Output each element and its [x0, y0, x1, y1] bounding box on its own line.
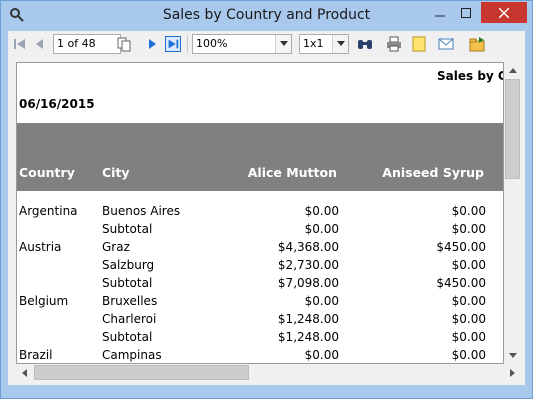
- scroll-left-icon[interactable]: [16, 364, 33, 381]
- table-row: Belgium Bruxelles $0.00 $0.00: [17, 294, 503, 312]
- cell-city: Buenos Aires: [102, 204, 181, 218]
- cell-city: Graz: [102, 240, 130, 254]
- cell-alice-mutton: $0.00: [304, 294, 339, 308]
- table-row: Subtotal $7,098.00 $450.00: [17, 276, 503, 294]
- cell-alice-mutton: $4,368.00: [277, 240, 339, 254]
- first-page-icon[interactable]: [12, 36, 28, 52]
- previous-page-icon[interactable]: [32, 36, 48, 52]
- find-icon[interactable]: [357, 36, 373, 52]
- report-date: 06/16/2015: [19, 97, 95, 111]
- table-row: Subtotal $0.00 $0.00: [17, 222, 503, 240]
- title-bar[interactable]: Sales by Country and Product: [1, 1, 532, 31]
- column-header-city: City: [102, 165, 130, 180]
- table-row: Brazil Campinas $0.00 $0.00: [17, 348, 503, 363]
- zoom-value: 100%: [196, 37, 228, 50]
- minimize-button[interactable]: [427, 2, 453, 23]
- scroll-up-icon[interactable]: [504, 62, 521, 79]
- report-page: Sales by C 06/16/2015 Country City Alice…: [16, 62, 504, 364]
- report-title: Sales by C: [437, 69, 504, 83]
- cell-alice-mutton: $0.00: [304, 348, 339, 362]
- cell-aniseed-syrup: $0.00: [451, 294, 486, 308]
- page-number-input[interactable]: 1 of 48: [53, 34, 121, 54]
- last-page-icon[interactable]: [165, 36, 181, 52]
- print-icon[interactable]: [386, 36, 402, 52]
- cell-country: Argentina: [19, 204, 78, 218]
- scroll-down-icon[interactable]: [504, 347, 521, 364]
- column-header-band: [17, 123, 503, 191]
- cell-aniseed-syrup: $450.00: [436, 276, 486, 290]
- cell-alice-mutton: $1,248.00: [277, 312, 339, 326]
- minimize-icon: [435, 15, 445, 16]
- table-row: Charleroi $1,248.00 $0.00: [17, 312, 503, 330]
- cell-aniseed-syrup: $0.00: [451, 348, 486, 362]
- cell-alice-mutton: $7,098.00: [277, 276, 339, 290]
- next-page-icon[interactable]: [144, 36, 160, 52]
- page-setup-icon[interactable]: [411, 36, 427, 52]
- maximize-icon: [461, 7, 471, 18]
- cell-alice-mutton: $0.00: [304, 222, 339, 236]
- copy-icon[interactable]: [116, 36, 132, 52]
- cell-alice-mutton: $0.00: [304, 204, 339, 218]
- table-row: Subtotal $1,248.00 $0.00: [17, 330, 503, 348]
- layout-select[interactable]: 1x1: [299, 34, 349, 54]
- table-row: Argentina Buenos Aires $0.00 $0.00: [17, 204, 503, 222]
- cell-aniseed-syrup: $0.00: [451, 312, 486, 326]
- cell-aniseed-syrup: $0.00: [451, 258, 486, 272]
- export-icon[interactable]: [469, 36, 485, 52]
- cell-aniseed-syrup: $0.00: [451, 222, 486, 236]
- cell-country: Brazil: [19, 348, 53, 362]
- cell-alice-mutton: $2,730.00: [277, 258, 339, 272]
- cell-aniseed-syrup: $450.00: [436, 240, 486, 254]
- zoom-select[interactable]: 100%: [192, 34, 292, 54]
- table-row: Salzburg $2,730.00 $0.00: [17, 258, 503, 276]
- vertical-scroll-thumb[interactable]: [505, 79, 520, 179]
- table-row: Austria Graz $4,368.00 $450.00: [17, 240, 503, 258]
- report-viewport: Sales by C 06/16/2015 Country City Alice…: [8, 58, 525, 385]
- vertical-scrollbar[interactable]: [504, 62, 521, 364]
- cell-city: Subtotal: [102, 330, 153, 344]
- toolbar-separator: [187, 35, 188, 53]
- cell-city: Bruxelles: [102, 294, 158, 308]
- cell-city: Subtotal: [102, 222, 153, 236]
- report-viewer-window: Sales by Country and Product 1 of 48 100…: [0, 0, 533, 399]
- toolbar: 1 of 48 100% 1x1: [8, 31, 525, 58]
- horizontal-scrollbar[interactable]: [16, 364, 521, 381]
- layout-value: 1x1: [303, 37, 324, 50]
- cell-alice-mutton: $1,248.00: [277, 330, 339, 344]
- cell-city: Campinas: [102, 348, 162, 362]
- cell-country: Austria: [19, 240, 62, 254]
- cell-city: Charleroi: [102, 312, 157, 326]
- cell-aniseed-syrup: $0.00: [451, 204, 486, 218]
- cell-aniseed-syrup: $0.00: [451, 330, 486, 344]
- cell-city: Salzburg: [102, 258, 155, 272]
- horizontal-scroll-thumb[interactable]: [34, 365, 249, 380]
- column-header-alice-mutton: Alice Mutton: [247, 165, 337, 180]
- chevron-down-icon[interactable]: [275, 35, 291, 53]
- scroll-right-icon[interactable]: [504, 364, 521, 381]
- cell-country: Belgium: [19, 294, 69, 308]
- email-icon[interactable]: [438, 36, 454, 52]
- close-icon: [499, 7, 509, 18]
- column-header-aniseed-syrup: Aniseed Syrup: [382, 165, 484, 180]
- column-header-country: Country: [19, 165, 75, 180]
- cell-city: Subtotal: [102, 276, 153, 290]
- chevron-down-icon[interactable]: [332, 35, 348, 53]
- maximize-button[interactable]: [453, 2, 479, 23]
- close-button[interactable]: [481, 2, 527, 23]
